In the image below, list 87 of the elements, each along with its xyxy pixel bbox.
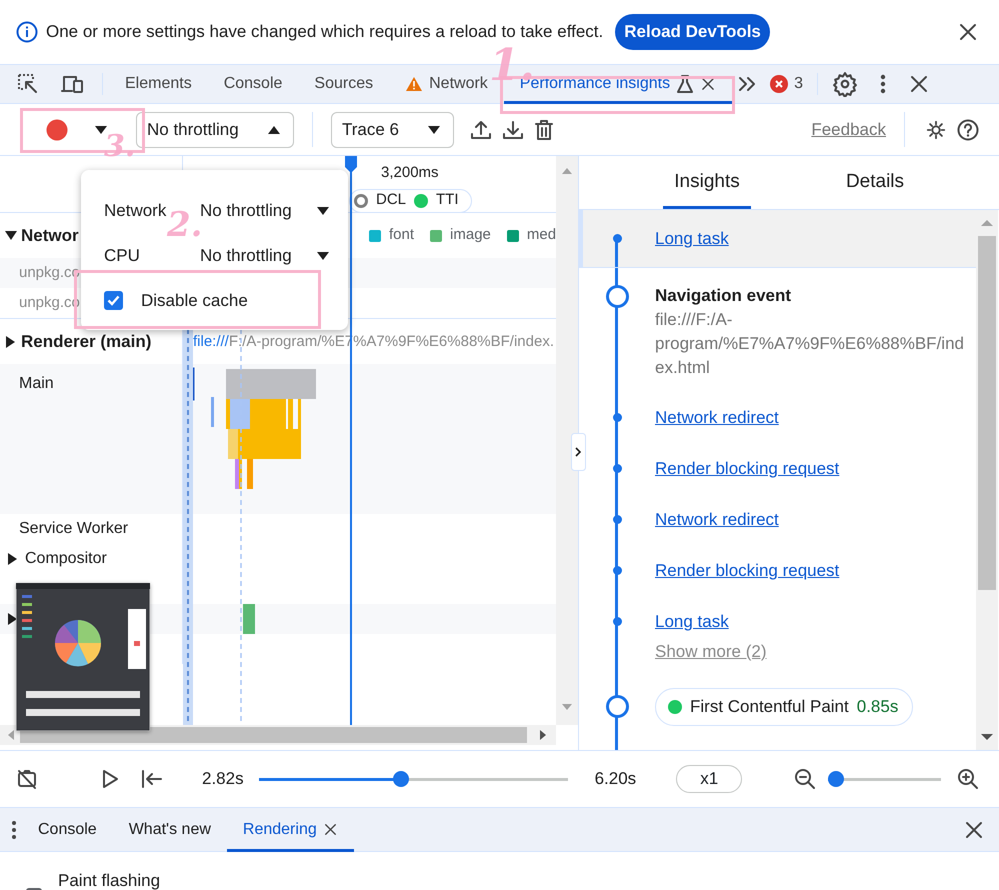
play-icon[interactable] xyxy=(100,769,120,789)
settings-icon[interactable] xyxy=(832,71,858,97)
caret-icon xyxy=(94,124,108,136)
drawer-tab[interactable]: Console xyxy=(22,808,113,852)
menu-icon[interactable] xyxy=(878,72,888,96)
panel-tab[interactable]: Insights xyxy=(663,156,751,209)
track-label: Main xyxy=(19,374,54,394)
throttling-select[interactable]: No throttling xyxy=(136,112,294,148)
error-count[interactable]: 3 xyxy=(770,69,803,99)
marker-label: TTI xyxy=(436,190,459,210)
error-icon xyxy=(770,75,788,93)
insight-link[interactable]: Network redirect xyxy=(655,407,779,429)
inspect-element-icon[interactable] xyxy=(16,72,40,96)
insight-link[interactable]: Long task xyxy=(655,228,729,250)
event-title: Navigation event xyxy=(655,285,792,307)
panel-tab[interactable]: Elements xyxy=(109,64,208,104)
feedback-link[interactable]: Feedback xyxy=(811,116,886,142)
insight-link[interactable]: Render blocking request xyxy=(655,458,840,480)
insight-link[interactable]: Network redirect xyxy=(655,509,779,531)
checkbox[interactable] xyxy=(104,291,123,310)
track-group-label: Networ xyxy=(21,224,79,247)
track-label: Service Worker xyxy=(19,519,128,539)
drawer-tab[interactable]: Rendering xyxy=(226,808,354,852)
throttling-dropdown[interactable]: No throttling xyxy=(200,244,330,266)
panel-tab[interactable]: Console xyxy=(208,64,298,104)
caret-icon xyxy=(267,124,281,136)
timeline-node xyxy=(606,285,628,308)
caret-icon xyxy=(316,250,330,262)
timeline-dot xyxy=(612,234,622,243)
time-end: 6.20s xyxy=(594,768,636,790)
metric-value: 0.85s xyxy=(856,696,898,718)
trace-select[interactable]: Trace 6 xyxy=(331,112,454,148)
settings-icon[interactable] xyxy=(925,118,947,140)
legend-label: font xyxy=(389,225,414,246)
caret-icon xyxy=(316,204,330,216)
close-icon[interactable] xyxy=(908,73,930,95)
panel-tab[interactable]: Details xyxy=(831,156,919,209)
record-icon xyxy=(46,118,68,140)
screenshot-toggle-icon[interactable] xyxy=(16,768,38,790)
close-icon[interactable] xyxy=(700,76,716,92)
ruler-label: 3,200ms xyxy=(381,163,439,183)
timeline-dot xyxy=(612,464,622,473)
panel-tab[interactable]: Sources xyxy=(298,64,390,104)
timeline-dot xyxy=(612,515,622,524)
trash-icon[interactable] xyxy=(534,118,554,140)
info-icon xyxy=(16,21,38,43)
drawer-tab[interactable]: What's new xyxy=(112,808,227,852)
zoom-in-icon[interactable] xyxy=(957,768,980,790)
timeline-dot xyxy=(612,617,622,626)
reload-button[interactable]: Reload DevTools xyxy=(615,14,770,50)
expand-toggle-icon[interactable] xyxy=(4,228,18,242)
help-icon[interactable] xyxy=(957,118,979,140)
checkmark-icon xyxy=(107,295,120,306)
track-label: Compositor xyxy=(25,549,107,569)
insight-link[interactable]: Render blocking request xyxy=(655,560,840,582)
close-icon[interactable] xyxy=(322,822,338,837)
task-bar xyxy=(211,397,214,427)
skip-to-start-icon[interactable] xyxy=(140,769,164,789)
timeline-dot xyxy=(612,413,622,422)
option-label: Paint flashing xyxy=(58,872,160,890)
task-bar-icon xyxy=(243,604,255,634)
legend-label: med xyxy=(526,225,556,246)
track-label: unpkg.co xyxy=(19,262,80,283)
zoom-out-icon[interactable] xyxy=(794,768,816,790)
timeline-dot xyxy=(612,566,622,575)
menu-icon[interactable] xyxy=(10,818,18,840)
event-url: file:///F:/A-program/%E7%A7%9F%E6%88%BF/index.html xyxy=(655,309,965,379)
collapse-handle-icon[interactable] xyxy=(571,433,586,471)
menu-label: CPU xyxy=(104,244,141,267)
throttling-dropdown[interactable]: No throttling xyxy=(200,200,330,222)
insight-link[interactable]: Long task xyxy=(655,611,729,633)
download-icon[interactable] xyxy=(502,118,524,140)
speed-button[interactable]: x1 xyxy=(676,765,742,793)
timeline-node xyxy=(606,695,628,718)
close-icon[interactable] xyxy=(957,21,979,43)
info-message: One or more settings have changed which requires a reload to take effect. xyxy=(46,21,604,44)
marker-label: DCL xyxy=(376,190,406,210)
legend-label: image xyxy=(450,225,491,246)
upload-icon[interactable] xyxy=(470,118,492,140)
time-start: 2.82s xyxy=(202,768,244,790)
caret-icon xyxy=(427,124,441,136)
annotation-number: 2. xyxy=(167,212,202,240)
track-group-label: Renderer (main) xyxy=(21,330,152,353)
metric-label: First Contentful Paint xyxy=(690,696,849,718)
slider-thumb[interactable] xyxy=(828,770,844,786)
slider-thumb[interactable] xyxy=(392,770,409,786)
option-label: Disable cache xyxy=(141,290,248,312)
